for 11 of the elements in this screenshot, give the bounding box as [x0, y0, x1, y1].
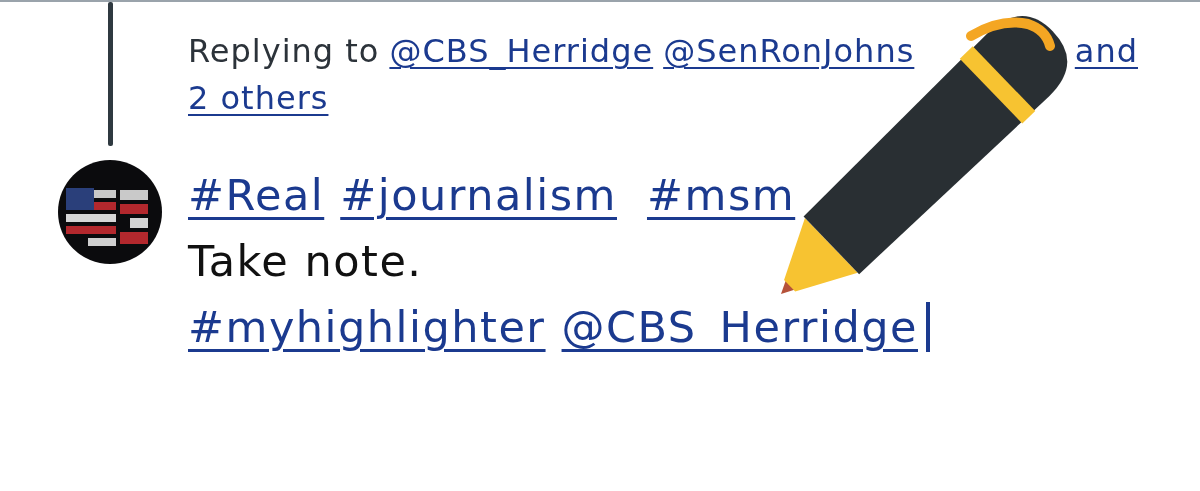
hashtag-link[interactable]: #msm: [647, 162, 796, 228]
hashtag-link[interactable]: @CBS_Herridge: [561, 294, 918, 360]
others-link[interactable]: 2 others: [188, 75, 329, 122]
tweet-text: Take note.: [188, 235, 423, 288]
replying-label: Replying to: [188, 31, 380, 72]
hashtag-link[interactable]: #journalism: [340, 162, 617, 228]
others-link[interactable]: and: [1074, 28, 1138, 75]
mention-link[interactable]: @CBS_Herridge: [389, 28, 654, 75]
hashtag-link[interactable]: #Real: [188, 162, 325, 228]
mention-link[interactable]: @SenRonJohns: [663, 28, 915, 75]
hashtag-link[interactable]: #myhighlighter: [188, 294, 546, 360]
